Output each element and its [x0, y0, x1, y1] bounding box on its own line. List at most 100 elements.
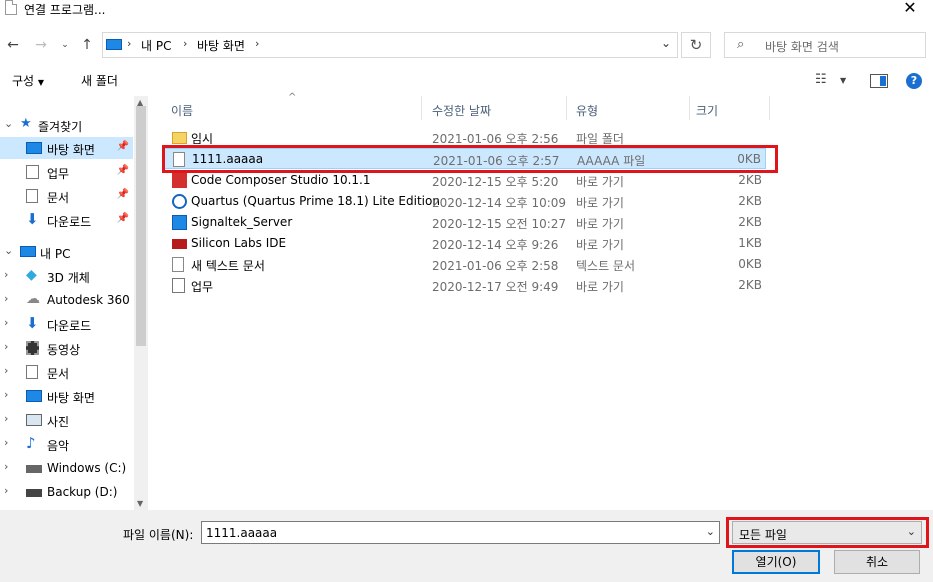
command-bar: 구성 ▼ 새 폴더 ☷ ▼ ?: [0, 65, 933, 95]
sidebar-item-autodesk[interactable]: › ☁ Autodesk 360: [0, 289, 133, 311]
sidebar-item-work[interactable]: 업무 📌: [0, 161, 133, 183]
sidebar-item-drive-d[interactable]: › Backup (D:): [0, 481, 133, 503]
sidebar-item-documents[interactable]: › 문서: [0, 361, 133, 383]
file-name-panel: 파일 이름(N): 1111.aaaaa ⌄ 모든 파일 ⌄ 열기(O) 취소: [0, 510, 933, 582]
drive-icon: [26, 489, 42, 497]
sidebar-item-label: Autodesk 360: [47, 293, 130, 307]
filename-label: 파일 이름(N):: [123, 528, 194, 542]
film-icon: [26, 341, 39, 355]
chevron-right-icon[interactable]: ›: [4, 340, 8, 353]
chevron-right-icon[interactable]: ›: [4, 268, 8, 281]
navigation-scrollbar[interactable]: ▲ ▼: [134, 96, 148, 510]
sidebar-item-pictures[interactable]: › 사진: [0, 409, 133, 431]
breadcrumb-item-desktop[interactable]: 바탕 화면: [197, 37, 245, 54]
sidebar-item-this-pc[interactable]: ⌄ 내 PC: [0, 241, 133, 263]
filetype-select[interactable]: 모든 파일 ⌄: [732, 521, 922, 544]
close-button[interactable]: ✕: [887, 0, 933, 24]
column-divider[interactable]: [566, 96, 567, 120]
sidebar-item-desktop[interactable]: › 바탕 화면: [0, 385, 133, 407]
file-row[interactable]: 새 텍스트 문서 2021-01-06 오후 2:58 텍스트 문서 0KB: [164, 254, 766, 275]
pin-icon[interactable]: 📌: [117, 213, 129, 224]
preview-pane-icon[interactable]: [870, 74, 888, 88]
file-date: 2020-12-15 오후 5:20: [432, 175, 559, 189]
file-name: 새 텍스트 문서: [191, 259, 265, 273]
file-size: 2KB: [738, 173, 762, 187]
refresh-icon[interactable]: ↻: [681, 32, 711, 58]
sidebar-item-desktop-pinned[interactable]: 바탕 화면 📌: [0, 137, 133, 159]
open-button[interactable]: 열기(O): [732, 550, 820, 574]
pin-icon[interactable]: 📌: [117, 165, 129, 176]
chevron-right-icon[interactable]: ›: [4, 412, 8, 425]
pin-icon[interactable]: 📌: [117, 189, 129, 200]
back-arrow-icon[interactable]: ←: [4, 35, 22, 55]
forward-arrow-icon[interactable]: →: [32, 35, 50, 55]
chevron-down-icon[interactable]: ⌄: [907, 525, 916, 538]
chevron-right-icon[interactable]: ›: [4, 436, 8, 449]
chevron-down-icon[interactable]: ⌄: [706, 525, 715, 538]
cloud-icon: ☁: [26, 291, 40, 307]
sidebar-item-documents-pinned[interactable]: 문서 📌: [0, 185, 133, 207]
navigation-pane: ⌄ ★ 즐겨찾기 바탕 화면 📌 업무 📌 문서 📌 ⬇ 다운로드 📌 ⌄ 내: [0, 96, 148, 510]
organize-button[interactable]: 구성 ▼: [12, 72, 44, 89]
file-row[interactable]: Silicon Labs IDE 2020-12-14 오후 9:26 바로 가…: [164, 233, 766, 254]
view-dropdown-icon[interactable]: ▼: [840, 76, 846, 85]
address-bar[interactable]: › 내 PC › 바탕 화면 › ⌄: [102, 32, 678, 58]
chevron-down-icon[interactable]: ⌄: [4, 117, 13, 130]
file-name: Silicon Labs IDE: [191, 236, 287, 250]
chevron-right-icon[interactable]: ›: [4, 364, 8, 377]
file-date: 2020-12-14 오후 10:09: [432, 196, 567, 210]
download-icon: ⬇: [26, 210, 39, 228]
chevron-right-icon[interactable]: ›: [4, 460, 8, 473]
view-options-icon[interactable]: ☷: [815, 72, 827, 87]
pc-icon: [106, 39, 122, 50]
column-header-date[interactable]: 수정한 날짜: [432, 102, 491, 126]
help-icon[interactable]: ?: [906, 73, 922, 89]
file-row[interactable]: 업무 2020-12-17 오전 9:49 바로 가기 2KB: [164, 275, 766, 296]
window-title: 연결 프로그램...: [24, 3, 106, 17]
sidebar-item-videos[interactable]: › 동영상: [0, 337, 133, 359]
pin-icon[interactable]: 📌: [117, 141, 129, 152]
recent-locations-chevron-icon[interactable]: ⌄: [58, 35, 72, 55]
silabs-icon: [172, 239, 187, 249]
file-type: 텍스트 문서: [576, 259, 636, 273]
desktop-icon: [26, 142, 42, 154]
sidebar-item-music[interactable]: › ♪ 음악: [0, 433, 133, 455]
file-date: 2020-12-14 오후 9:26: [432, 238, 559, 252]
column-divider[interactable]: [421, 96, 422, 120]
up-arrow-icon[interactable]: ↑: [78, 35, 96, 55]
document-icon: [26, 189, 38, 203]
file-name: Quartus (Quartus Prime 18.1) Lite Editio…: [191, 194, 440, 208]
chevron-right-icon[interactable]: ›: [4, 484, 8, 497]
sidebar-item-downloads-pinned[interactable]: ⬇ 다운로드 📌: [0, 209, 133, 231]
column-header-type[interactable]: 유형: [576, 102, 598, 126]
file-name: Code Composer Studio 10.1.1: [191, 173, 371, 187]
filename-input[interactable]: 1111.aaaaa ⌄: [201, 521, 720, 544]
sidebar-item-drive-c[interactable]: › Windows (C:): [0, 457, 133, 479]
column-divider[interactable]: [769, 96, 770, 120]
scrollbar-thumb[interactable]: [136, 106, 146, 346]
sidebar-item-downloads[interactable]: › ⬇ 다운로드: [0, 313, 133, 335]
chevron-right-icon[interactable]: ›: [4, 316, 8, 329]
file-row[interactable]: Quartus (Quartus Prime 18.1) Lite Editio…: [164, 191, 766, 212]
sidebar-item-favorites[interactable]: ⌄ ★ 즐겨찾기: [0, 114, 133, 136]
cube-icon: ◆: [26, 267, 37, 283]
address-dropdown-chevron-icon[interactable]: ⌄: [661, 36, 671, 50]
file-row[interactable]: Signaltek_Server 2020-12-15 오전 10:27 바로 …: [164, 212, 766, 233]
music-icon: ♪: [26, 434, 36, 452]
folder-icon: [172, 132, 187, 144]
sidebar-item-label: 음악: [47, 439, 70, 453]
scroll-down-icon[interactable]: ▼: [137, 499, 143, 508]
file-row[interactable]: Code Composer Studio 10.1.1 2020-12-15 오…: [164, 170, 766, 191]
sidebar-item-3d-objects[interactable]: › ◆ 3D 개체: [0, 265, 133, 287]
breadcrumb-item-pc[interactable]: 내 PC: [141, 37, 171, 54]
column-header-name[interactable]: 이름: [171, 102, 193, 126]
new-folder-button[interactable]: 새 폴더: [81, 72, 118, 89]
cancel-button[interactable]: 취소: [834, 550, 920, 574]
chevron-right-icon[interactable]: ›: [4, 292, 8, 305]
column-divider[interactable]: [689, 96, 690, 120]
file-size: 1KB: [738, 236, 762, 250]
column-header-size[interactable]: 크기: [696, 102, 718, 126]
chevron-down-icon[interactable]: ⌄: [4, 244, 13, 257]
search-box[interactable]: ⌕ 바탕 화면 검색: [724, 32, 926, 58]
chevron-right-icon[interactable]: ›: [4, 388, 8, 401]
